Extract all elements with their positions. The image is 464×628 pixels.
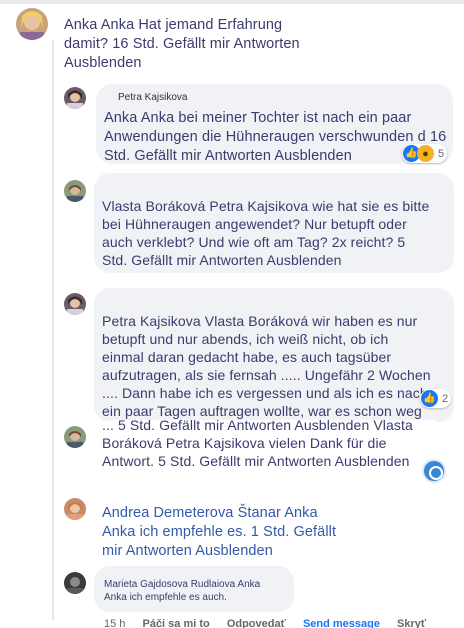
messenger-bubble-icon[interactable] (424, 461, 444, 481)
avatar-vlasta-2[interactable] (64, 426, 86, 448)
send-message-link[interactable]: Send message (303, 618, 380, 628)
comment-bubble-7: Marieta Gajdosova Rudlaiova Anka Anka ic… (94, 566, 294, 612)
avatar-petra-image (64, 87, 86, 109)
avatar-marieta-image (64, 572, 86, 594)
top-divider (0, 0, 464, 4)
comment-text-2: Anka Anka bei meiner Tochter ist nach ei… (104, 110, 447, 164)
comment-bubble-3: Vlasta Boráková Petra Kajsikova wie hat … (94, 173, 454, 273)
comment-bubble-5: ... 5 Std. Gefällt mir Antworten Ausblen… (96, 417, 446, 478)
reaction-summary-4[interactable]: 👍 2 (420, 389, 452, 408)
thread-line (52, 40, 54, 620)
like-reaction-icon: 👍 (421, 390, 438, 407)
avatar-vlasta-2-image (64, 426, 86, 448)
comment-bubble-4: Petra Kajsikova Vlasta Boráková wir habe… (94, 288, 454, 422)
comment-text-1: Anka Anka Hat jemand Erfahrung damit? 16… (64, 17, 300, 71)
avatar-anka[interactable] (16, 8, 48, 40)
avatar-andrea[interactable] (64, 498, 86, 520)
comment-bubble-1: Anka Anka Hat jemand Erfahrung damit? 16… (56, 8, 336, 74)
avatar-marieta[interactable] (64, 572, 86, 594)
comment-text-5: ... 5 Std. Gefällt mir Antworten Ausblen… (102, 417, 413, 469)
avatar-vlasta[interactable] (64, 180, 86, 202)
avatar-andrea-image (64, 498, 86, 520)
hide-link[interactable]: Skryť (397, 618, 426, 628)
avatar-petra-2[interactable] (64, 293, 86, 315)
avatar-anka-image (16, 8, 48, 40)
comment-text-6: Andrea Demeterova Štanar Anka Anka ich e… (102, 505, 337, 559)
like-link[interactable]: Páči sa mi to (142, 618, 209, 628)
comment-text-3: Vlasta Boráková Petra Kajsikova wie hat … (102, 198, 430, 268)
comment-bubble-2: Petra Kajsikova Anka Anka bei meiner Toc… (96, 84, 453, 164)
reaction-summary-2[interactable]: 👍 ● 5 (402, 144, 448, 163)
comment-bubble-6: Andrea Demeterova Štanar Anka Anka ich e… (94, 494, 354, 560)
comment-author-2[interactable]: Petra Kajsikova (118, 92, 187, 103)
comment-text-4: Petra Kajsikova Vlasta Boráková wir habe… (102, 313, 431, 419)
wow-reaction-icon: ● (417, 145, 434, 162)
reply-link[interactable]: Odpovedať (227, 618, 286, 628)
reaction-count-4: 2 (442, 392, 449, 405)
comment-actions-bar: 15 h Páči sa mi to Odpovedať Send messag… (104, 618, 440, 628)
timestamp[interactable]: 15 h (104, 618, 125, 628)
avatar-petra[interactable] (64, 87, 86, 109)
avatar-vlasta-image (64, 180, 86, 202)
reaction-count-2: 5 (438, 147, 445, 160)
comment-text-7: Marieta Gajdosova Rudlaiova Anka Anka ic… (104, 579, 261, 603)
avatar-petra-2-image (64, 293, 86, 315)
